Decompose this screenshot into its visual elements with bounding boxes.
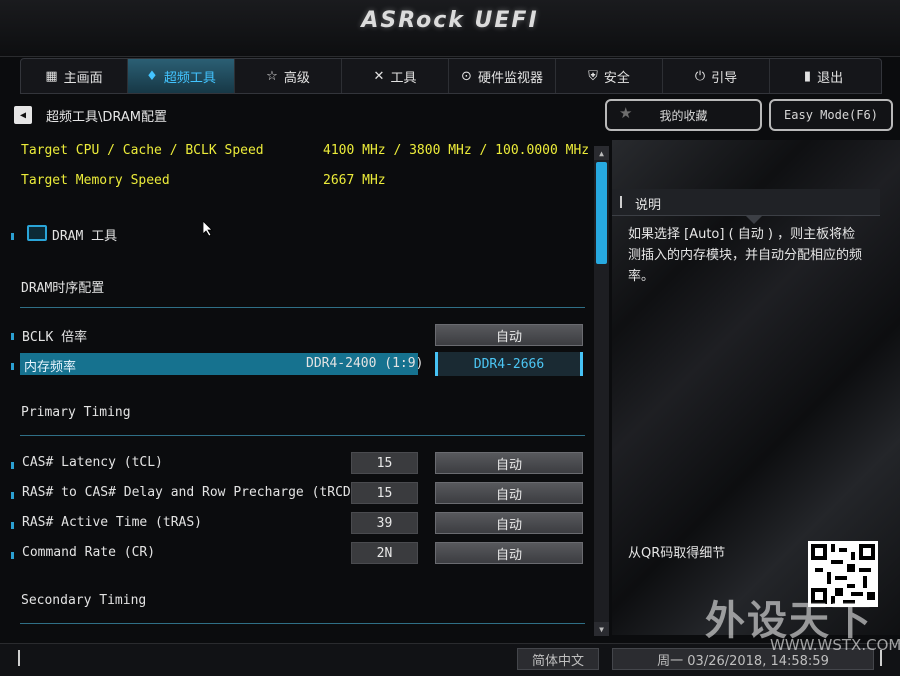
easy-mode-label: Easy Mode(F6) [784,108,878,122]
qr-label: 从QR码取得细节 [628,546,726,561]
tab-oc-tweaker[interactable]: ♦ 超频工具 [128,59,235,93]
memory-frequency-current: DDR4-2400 (1:9) [306,356,424,371]
tab-label: 安全 [603,70,630,86]
trcdtrp-label: RAS# to CAS# Delay and Row Precharge (tR… [22,485,383,500]
row-marker [11,462,14,469]
row-marker [11,333,14,340]
tab-label: 主画面 [63,70,103,86]
divider [20,307,585,308]
description-title: 说明 [635,198,662,213]
target-memory-value: 2667 MHz [323,173,386,188]
tab-label: 超频工具 [163,70,216,86]
dram-tool-item[interactable]: DRAM 工具 [52,225,117,244]
back-button[interactable]: ◀ [14,106,32,124]
bottom-left-marker [18,650,20,666]
cas-latency-value: 15 [351,452,418,474]
row-marker [11,522,14,529]
watermark-url: WWW.WSTX.COM [770,636,900,654]
divider [20,435,585,436]
dram-tool-icon [27,225,47,241]
power-icon: ⏻ [694,68,706,84]
memory-frequency-label: 内存频率 [24,360,77,375]
command-rate-label: Command Rate (CR) [22,545,156,560]
bclk-ratio-label: BCLK 倍率 [22,330,88,345]
main-icon: ▦ [45,68,58,84]
bclk-ratio-auto-button[interactable]: 自动 [435,324,583,346]
tab-label: 高级 [283,70,310,86]
scroll-down-icon[interactable]: ▼ [594,622,609,636]
monitor-icon: ⊙ [461,68,472,84]
scroll-up-icon[interactable]: ▲ [594,146,609,160]
row-marker [11,492,14,499]
description-text: 如果选择 [Auto] ( 自动 ) ，则主板将检测插入的内存模块，并自动分配相… [628,227,863,284]
tras-auto-button[interactable]: 自动 [435,512,583,534]
trcdtrp-value: 15 [351,482,418,504]
cas-latency-label: CAS# Latency (tCL) [22,455,163,470]
back-arrow-icon: ◀ [19,109,27,121]
tab-security[interactable]: ⛨ 安全 [556,59,663,93]
description-marker [620,196,622,208]
divider [20,623,585,624]
cas-latency-auto-button[interactable]: 自动 [435,452,583,474]
breadcrumb: 超频工具\DRAM配置 [46,110,168,125]
favorites-label: 我的收藏 [659,108,708,123]
tab-label: 硬件监视器 [477,70,543,86]
tab-label: 引导 [711,70,738,86]
row-marker [11,363,14,370]
command-rate-auto-button[interactable]: 自动 [435,542,583,564]
command-rate-value: 2N [351,542,418,564]
star-icon: ☆ [266,68,278,84]
exit-icon: ▮ [803,68,812,84]
my-favorites-button[interactable]: ★ 我的收藏 [605,99,762,131]
section-dram-timing: DRAM时序配置 [21,281,105,296]
tab-exit[interactable]: ▮ 退出 [770,59,877,93]
tab-advanced[interactable]: ☆ 高级 [235,59,342,93]
target-cpu-value: 4100 MHz / 3800 MHz / 100.0000 MHz [323,143,590,158]
tab-label: 工具 [390,70,417,86]
oc-flame-icon: ♦ [146,68,158,84]
target-cpu-label: Target CPU / Cache / BCLK Speed [21,143,264,158]
language-button[interactable]: 简体中文 [517,648,599,670]
target-memory-label: Target Memory Speed [21,173,170,188]
section-primary-timing: Primary Timing [21,405,131,420]
row-marker [11,233,14,240]
shield-icon: ⛨ [588,68,598,84]
description-notch [746,216,762,224]
star-icon: ★ [619,104,633,122]
section-secondary-timing: Secondary Timing [21,593,147,608]
tools-icon: ✕ [373,68,385,84]
tab-hardware-monitor[interactable]: ⊙ 硬件监视器 [449,59,556,93]
mouse-cursor-icon [203,221,213,237]
tab-tools[interactable]: ✕ 工具 [342,59,449,93]
tab-main[interactable]: ▦ 主画面 [21,59,128,93]
tab-label: 退出 [817,70,844,86]
memory-frequency-select[interactable]: DDR4-2666 [435,352,583,376]
tras-label: RAS# Active Time (tRAS) [22,515,203,530]
easy-mode-button[interactable]: Easy Mode(F6) [769,99,893,131]
tras-value: 39 [351,512,418,534]
asrock-uefi-logo: ASRock UEFI [361,8,539,33]
row-marker [11,552,14,559]
scrollbar-thumb[interactable] [596,162,607,264]
main-tab-bar: ▦ 主画面 ♦ 超频工具 ☆ 高级 ✕ 工具 ⊙ 硬件监视器 ⛨ 安全 ⏻ 引导… [20,58,882,94]
tab-boot[interactable]: ⏻ 引导 [663,59,770,93]
trcdtrp-auto-button[interactable]: 自动 [435,482,583,504]
